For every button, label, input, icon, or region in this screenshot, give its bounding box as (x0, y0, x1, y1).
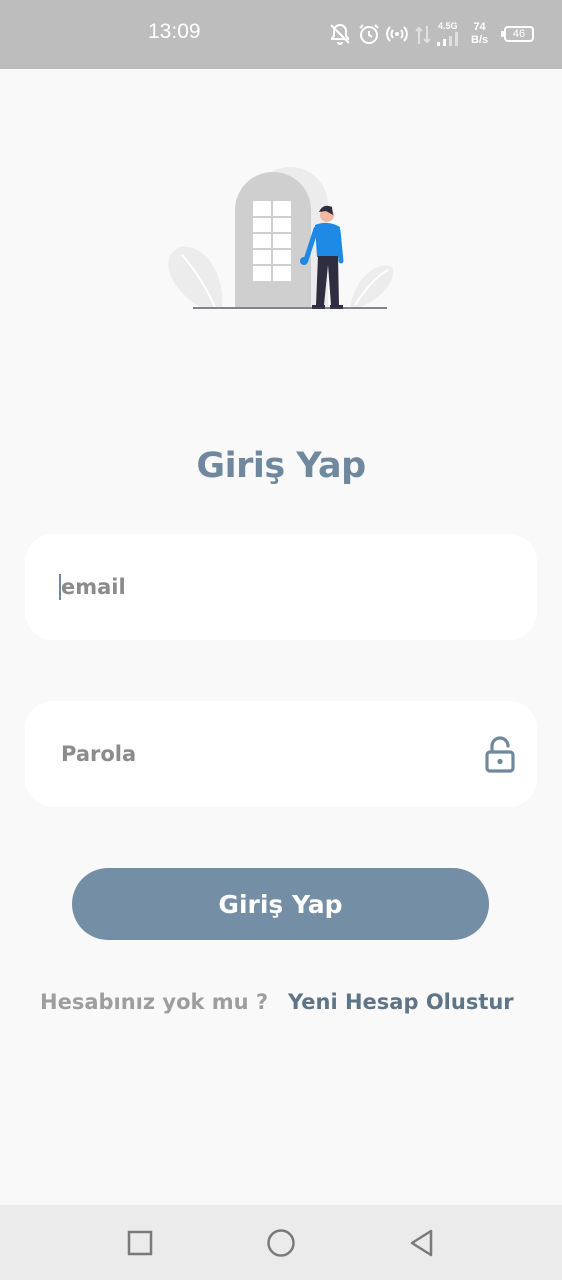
login-button[interactable]: Giriş Yap (72, 868, 489, 940)
signal-icon (437, 32, 458, 46)
email-input[interactable] (61, 564, 461, 610)
home-circle-icon[interactable] (263, 1225, 299, 1261)
no-account-text: Hesabınız yok mu ? (40, 990, 269, 1014)
recents-square-icon[interactable] (122, 1225, 158, 1261)
status-bar: 13:09 4.5G 74 B/s 46 (0, 0, 562, 69)
net-speed: 74 B/s (471, 21, 488, 47)
text-caret (59, 574, 61, 600)
create-account-link[interactable]: Yeni Hesap Olustur (288, 990, 514, 1014)
password-input[interactable] (61, 731, 461, 777)
alarm-icon (359, 24, 379, 44)
back-triangle-icon[interactable] (404, 1225, 440, 1261)
plant-right (350, 265, 394, 307)
data-arrows-icon (415, 26, 431, 44)
plant-left (168, 246, 223, 308)
status-time: 13:09 (148, 20, 201, 43)
lock-icon[interactable] (483, 735, 517, 773)
door-window (253, 201, 291, 281)
net-speed-unit: B/s (471, 34, 489, 46)
network-type: 4.5G (438, 21, 458, 31)
hotspot-icon (386, 26, 408, 42)
page-title: Giriş Yap (196, 446, 366, 486)
password-field[interactable] (25, 701, 537, 807)
battery-icon: 46 (504, 26, 534, 42)
login-illustration (168, 167, 394, 309)
register-prompt: Hesabınız yok mu ? Yeni Hesap Olustur (40, 990, 540, 1024)
email-field[interactable] (25, 534, 537, 640)
mute-bell-icon (330, 23, 350, 45)
navigation-bar (0, 1205, 562, 1280)
net-speed-value: 74 (473, 21, 486, 33)
